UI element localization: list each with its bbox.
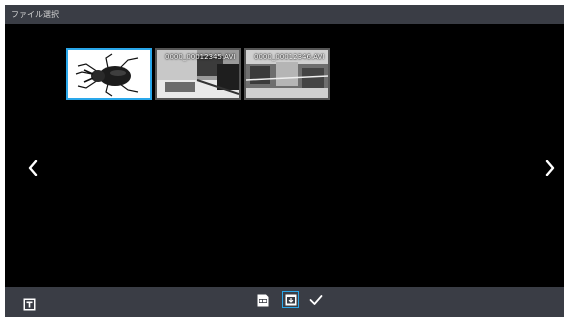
- check-icon: [309, 295, 323, 305]
- text-mode-button[interactable]: [21, 296, 37, 312]
- sd-card-button[interactable]: [255, 292, 271, 308]
- chevron-left-icon: [28, 160, 38, 176]
- bottom-toolbar: [5, 287, 564, 317]
- thumbnail-beetle[interactable]: [66, 48, 152, 100]
- beetle-image: [68, 50, 150, 98]
- window-title: ファイル選択: [5, 5, 564, 24]
- thumbnail-video-2[interactable]: 0000_00012346.AVI: [244, 48, 330, 100]
- internal-storage-icon: [285, 294, 296, 305]
- thumbnail-caption: 0000_00012346.AVI: [254, 53, 325, 61]
- chevron-right-icon: [545, 160, 555, 176]
- thumbnail-video-1[interactable]: 0000_00012345.AVI: [155, 48, 241, 100]
- thumbnail-viewer: 0000_00012345.AVI 0000_00012346.AVI: [5, 24, 564, 287]
- previous-page-button[interactable]: [22, 154, 44, 182]
- internal-storage-button[interactable]: [282, 291, 299, 308]
- confirm-button[interactable]: [308, 292, 324, 308]
- thumbnail-caption: 0000_00012345.AVI: [165, 53, 236, 61]
- sd-card-icon: [257, 294, 269, 306]
- thumbnail-strip: 0000_00012345.AVI 0000_00012346.AVI: [66, 48, 330, 100]
- text-mode-icon: [23, 298, 35, 310]
- next-page-button[interactable]: [539, 154, 561, 182]
- file-select-window: ファイル選択 0000_00012345.AVI 0000_00012346.A…: [5, 5, 564, 317]
